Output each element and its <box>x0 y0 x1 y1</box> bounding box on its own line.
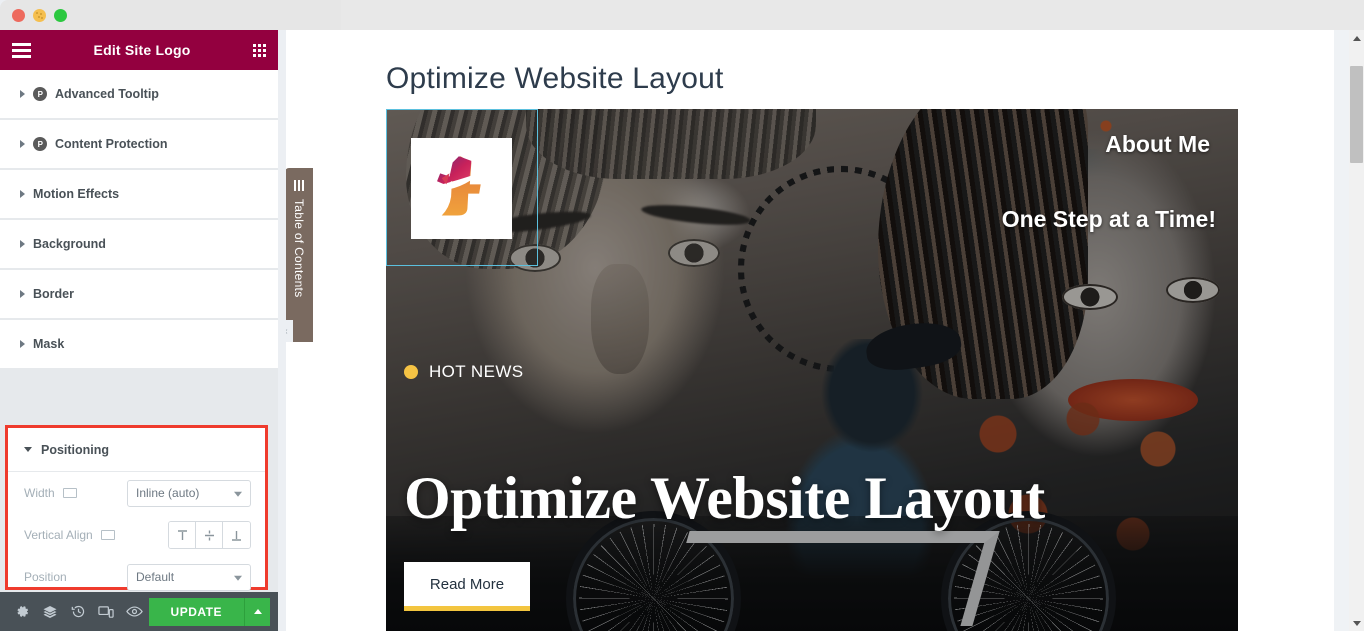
section-label: Mask <box>33 337 65 351</box>
sidebar-item-mask[interactable]: Mask <box>0 320 278 369</box>
section-label: Motion Effects <box>33 187 120 201</box>
maximize-window-button[interactable] <box>54 8 67 22</box>
panel-footer-toolbar: UPDATE <box>0 592 278 631</box>
hero-section[interactable]: About Me One Step at a Time! HOT NEWS Op… <box>386 109 1238 631</box>
sidebar-item-background[interactable]: Background <box>0 220 278 269</box>
positioning-section-highlight: Positioning Width Inline (auto) Vertical… <box>5 425 268 592</box>
site-logo-image <box>411 138 512 239</box>
hero-headline: Optimize Website Layout <box>404 465 1045 531</box>
update-options-button[interactable] <box>244 597 270 626</box>
update-button[interactable]: UPDATE <box>148 597 244 626</box>
width-control-row: Width Inline (auto) <box>8 472 265 514</box>
align-top-icon[interactable] <box>169 522 196 548</box>
position-label: Position <box>24 570 67 584</box>
monitor-icon[interactable] <box>100 529 115 541</box>
position-select-value: Default <box>136 570 175 584</box>
caret-up-icon <box>1352 35 1361 41</box>
monitor-icon[interactable] <box>62 487 77 499</box>
hot-news-label: HOT NEWS <box>429 362 524 381</box>
settings-gear-icon[interactable] <box>8 592 36 631</box>
one-step-heading: One Step at a Time! <box>1001 206 1216 232</box>
read-more-button[interactable]: Read More <box>404 562 530 611</box>
site-logo-mark <box>434 155 482 216</box>
position-field: Default <box>127 563 251 591</box>
scroll-up-button[interactable] <box>1349 30 1364 46</box>
panel-header: Edit Site Logo <box>0 30 278 70</box>
scrollbar-thumb[interactable] <box>1350 66 1363 163</box>
about-me-heading: About Me <box>1105 131 1210 157</box>
panel-sections-list: P Advanced Tooltip P Content Protection … <box>0 70 278 592</box>
hot-news-dot-icon <box>404 365 418 379</box>
chevron-right-icon <box>20 190 25 198</box>
vertical-align-control-row: Vertical Align <box>8 514 265 556</box>
page-title: Optimize Website Layout <box>386 62 724 95</box>
update-button-group: UPDATE <box>148 597 270 626</box>
section-label: Border <box>33 287 74 301</box>
panel-title: Edit Site Logo <box>93 42 191 58</box>
chevron-right-icon <box>20 90 25 98</box>
section-label: Content Protection <box>55 137 168 151</box>
editor-panel: Edit Site Logo P Advanced Tooltip P Cont… <box>0 30 278 631</box>
sidebar-item-border[interactable]: Border <box>0 270 278 319</box>
pro-badge-icon: P <box>33 87 47 101</box>
vertical-align-label: Vertical Align <box>24 528 115 542</box>
sidebar-item-advanced-tooltip[interactable]: P Advanced Tooltip <box>0 70 278 119</box>
chevron-right-icon <box>20 240 25 248</box>
grid-icon[interactable] <box>253 43 266 57</box>
site-logo-widget[interactable] <box>386 109 538 266</box>
minimize-window-button[interactable] <box>33 8 46 22</box>
chevron-right-icon <box>20 140 25 148</box>
chevron-up-icon <box>253 609 262 614</box>
app-window: Edit Site Logo P Advanced Tooltip P Cont… <box>0 0 1364 631</box>
width-label-text: Width <box>24 486 55 500</box>
width-select-value: Inline (auto) <box>136 486 200 500</box>
window-chrome-background <box>341 0 1364 30</box>
preview-canvas: Optimize Website Layout About Me One Ste… <box>286 30 1334 631</box>
hot-news-badge: HOT NEWS <box>404 362 524 382</box>
hamburger-icon[interactable] <box>12 42 31 58</box>
close-window-button[interactable] <box>12 8 25 22</box>
chevron-right-icon <box>20 290 25 298</box>
responsive-mode-icon[interactable] <box>92 592 120 631</box>
chevron-down-icon <box>234 575 242 581</box>
canvas-right-gutter <box>1334 30 1349 631</box>
table-of-contents-label: Table of Contents <box>292 199 306 298</box>
section-label: Positioning <box>41 442 110 457</box>
width-select[interactable]: Inline (auto) <box>127 479 251 507</box>
section-label: Background <box>33 237 106 251</box>
position-label-text: Position <box>24 570 67 584</box>
scroll-down-button[interactable] <box>1349 615 1364 631</box>
vertical-align-button-group <box>168 521 251 549</box>
sidebar-item-positioning[interactable]: Positioning <box>8 428 265 472</box>
width-field: Inline (auto) <box>127 479 251 507</box>
history-clock-icon[interactable] <box>64 592 92 631</box>
sidebar-item-content-protection[interactable]: P Content Protection <box>0 120 278 169</box>
align-bottom-icon[interactable] <box>223 522 250 548</box>
chevron-down-icon <box>24 447 32 452</box>
chevron-right-icon <box>20 340 25 348</box>
canvas-scrollbar[interactable] <box>1349 30 1364 631</box>
panel-resize-handle[interactable] <box>278 30 286 631</box>
section-label: Advanced Tooltip <box>55 87 159 101</box>
position-control-row: Position Default <box>8 556 265 592</box>
pro-badge-icon: P <box>33 137 47 151</box>
caret-down-icon <box>1352 620 1361 626</box>
vertical-align-label-text: Vertical Align <box>24 528 93 542</box>
chevron-down-icon <box>234 491 242 497</box>
navigator-layers-icon[interactable] <box>36 592 64 631</box>
position-select[interactable]: Default <box>127 563 251 591</box>
table-of-contents-tab[interactable]: Table of Contents <box>285 168 313 342</box>
sidebar-item-motion-effects[interactable]: Motion Effects <box>0 170 278 219</box>
width-label: Width <box>24 486 77 500</box>
window-titlebar <box>0 0 341 30</box>
align-middle-icon[interactable] <box>196 522 223 548</box>
vertical-align-field <box>168 521 251 549</box>
list-bars-icon <box>294 180 304 191</box>
preview-eye-icon[interactable] <box>120 592 148 631</box>
